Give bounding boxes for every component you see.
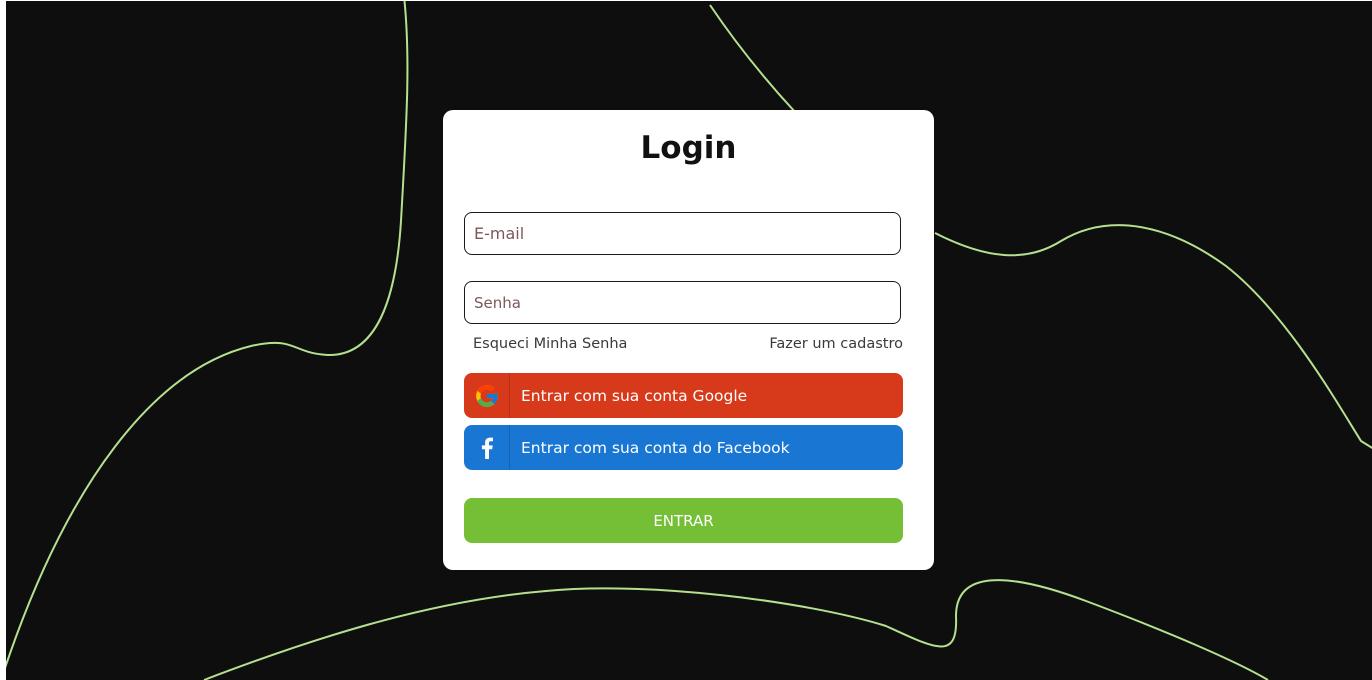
curve-left [6,1,409,669]
google-login-label: Entrar com sua conta Google [521,386,748,405]
curve-right [934,224,1372,449]
curve-bottom [203,579,1269,680]
password-input[interactable] [464,281,901,324]
facebook-icon [464,425,510,470]
google-login-button[interactable]: Entrar com sua conta Google [464,373,903,418]
email-input[interactable] [464,212,901,255]
login-title: Login [640,130,737,166]
background: Login Esqueci Minha Senha Fazer um cadas… [6,1,1372,680]
facebook-login-button[interactable]: Entrar com sua conta do Facebook [464,425,903,470]
google-icon [464,373,510,418]
signup-link[interactable]: Fazer um cadastro [769,336,903,352]
login-card: Login Esqueci Minha Senha Fazer um cadas… [443,110,934,570]
forgot-password-link[interactable]: Esqueci Minha Senha [473,336,627,352]
curve-top-middle [709,4,797,114]
facebook-login-label: Entrar com sua conta do Facebook [521,438,790,457]
submit-button[interactable]: ENTRAR [464,498,903,543]
